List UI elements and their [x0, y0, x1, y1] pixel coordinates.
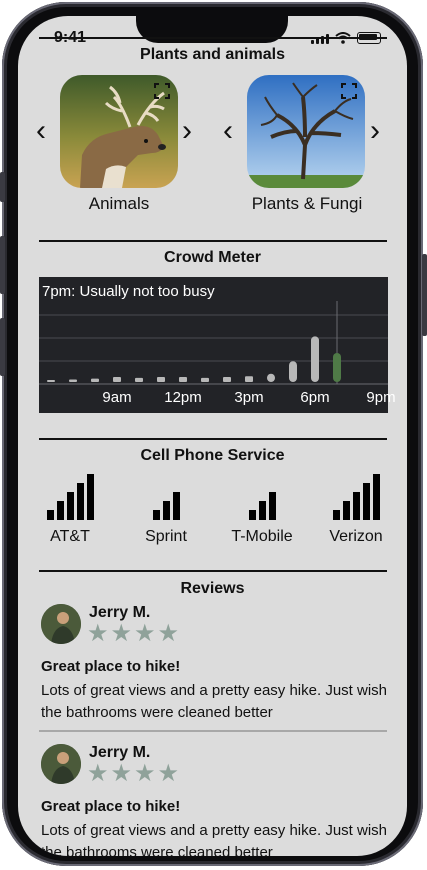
avatar[interactable]	[41, 604, 81, 644]
star-icon: ★	[110, 620, 133, 647]
signal-bar	[56, 501, 64, 520]
crowd-bar-12pm	[179, 377, 187, 382]
crowd-bar-7pm	[333, 352, 341, 382]
crowd-bar-2pm	[223, 377, 231, 382]
crowd-bar-6pm	[311, 336, 319, 382]
carrier-t-mobile: T-Mobile	[214, 474, 310, 546]
review-body: Lots of great views and a pretty easy hi…	[41, 682, 388, 721]
plants-prev-arrow[interactable]: ‹	[223, 116, 233, 146]
section-title-cell-service: Cell Phone Service	[140, 447, 285, 464]
signal-bar	[172, 492, 180, 520]
signal-bar	[268, 492, 276, 520]
plants-image[interactable]	[247, 75, 365, 188]
signal-bars-icon	[214, 474, 310, 520]
power-button	[422, 254, 427, 336]
crowd-chart-title: 7pm: Usually not too busy	[42, 283, 215, 300]
volume-down-button	[0, 318, 5, 376]
signal-bar	[248, 510, 256, 520]
carrier-name: Sprint	[145, 528, 187, 545]
review-card: Jerry M. ★ ★ ★ ★ Great place to hike! Lots of …	[41, 604, 391, 734]
carrier-verizon: Verizon	[308, 474, 404, 546]
signal-bar	[362, 483, 370, 520]
crowd-tick-3pm: 3pm	[234, 389, 264, 406]
signal-bars-icon	[22, 474, 118, 520]
section-title-reviews: Reviews	[180, 580, 245, 597]
reviewer-photo	[41, 744, 81, 784]
review-headline: Great place to hike!	[41, 658, 181, 675]
animals-next-arrow[interactable]: ›	[182, 116, 192, 146]
animals-caption: Animals	[88, 194, 150, 213]
signal-bar	[342, 501, 350, 520]
star-rating: ★ ★ ★ ★	[87, 622, 179, 646]
divider	[39, 570, 387, 572]
review-divider	[39, 730, 387, 732]
crowd-bar-5pm	[289, 361, 297, 382]
star-icon: ★	[110, 760, 133, 787]
crowd-tick-9pm: 9pm	[366, 389, 396, 406]
star-rating: ★ ★ ★ ★	[87, 762, 179, 786]
cellular-signal-icon	[311, 34, 329, 44]
signal-bar	[76, 483, 84, 520]
signal-bar	[66, 492, 74, 520]
side-button	[0, 172, 5, 202]
crowd-bar-3pm	[245, 376, 253, 382]
carrier-name: AT&T	[50, 528, 90, 545]
star-icon: ★	[87, 760, 109, 787]
star-icon: ★	[87, 620, 109, 647]
crowd-bar-11am	[157, 377, 165, 382]
carrier-sprint: Sprint	[118, 474, 214, 546]
reviewer-photo	[41, 604, 81, 644]
signal-bars-icon	[118, 474, 214, 520]
crowd-bar-6am	[47, 380, 55, 382]
expand-icon[interactable]	[341, 83, 357, 99]
carrier-name: T-Mobile	[231, 528, 293, 545]
animals-image[interactable]	[60, 75, 178, 188]
plants-next-arrow[interactable]: ›	[370, 116, 380, 146]
signal-bar	[46, 510, 54, 520]
crowd-bar-1pm	[201, 377, 209, 382]
signal-bar	[162, 501, 170, 520]
carrier-at-t: AT&T	[22, 474, 118, 546]
animals-prev-arrow[interactable]: ‹	[36, 116, 46, 146]
star-icon: ★	[157, 620, 180, 647]
review-card: Jerry M. ★ ★ ★ ★ Great place to hike! Lots of …	[41, 744, 391, 856]
carrier-name: Verizon	[329, 528, 383, 545]
crowd-tick-12pm: 12pm	[164, 389, 202, 406]
crowd-bar-10am	[135, 377, 143, 382]
review-headline: Great place to hike!	[41, 798, 181, 815]
divider	[39, 438, 387, 440]
section-title-crowd-meter: Crowd Meter	[164, 249, 261, 266]
avatar[interactable]	[41, 744, 81, 784]
crowd-tick-9am: 9am	[102, 389, 132, 406]
expand-icon[interactable]	[154, 83, 170, 99]
crowd-tick-6pm: 6pm	[300, 389, 330, 406]
star-icon: ★	[134, 760, 156, 787]
crowd-meter-chart[interactable]: 7pm: Usually not too busy 9am 12pm 3pm 6pm 9…	[39, 277, 396, 413]
star-icon: ★	[134, 620, 156, 647]
volume-up-button	[0, 236, 5, 294]
section-title-plants-animals: Plants and animals	[140, 46, 285, 63]
signal-bar	[352, 492, 360, 520]
signal-bar	[372, 474, 380, 520]
signal-bar	[152, 510, 160, 520]
crowd-bar-9am	[113, 377, 121, 382]
review-body: Lots of great views and a pretty easy hi…	[41, 822, 388, 856]
signal-bar	[86, 474, 94, 520]
header-rule	[39, 37, 387, 39]
crowd-bar-4pm	[267, 373, 275, 382]
star-icon: ★	[157, 760, 180, 787]
signal-bar	[258, 501, 266, 520]
crowd-bar-7am	[69, 379, 77, 382]
screen: 9:41 Plants and animals ‹ › Animals ‹ › …	[18, 16, 407, 856]
divider	[39, 240, 387, 242]
plants-caption: Plants & Fungi	[251, 194, 363, 213]
signal-bar	[332, 510, 340, 520]
crowd-bar-8am	[91, 378, 99, 382]
signal-bars-icon	[308, 474, 404, 520]
